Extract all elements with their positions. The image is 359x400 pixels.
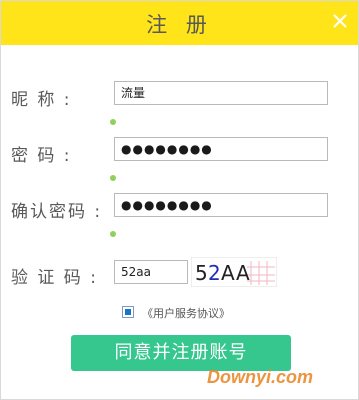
confirm-password-label: 确认密码 : <box>11 202 103 222</box>
captcha-image[interactable]: 5 2 A A <box>190 256 278 288</box>
nickname-label: 昵 称 : <box>11 90 72 110</box>
password-input[interactable]: ●●●●●●●● <box>114 137 328 161</box>
captcha-label: 验 证 码 : <box>11 268 98 288</box>
password-validation-dot <box>110 175 116 181</box>
agreement-link[interactable]: 《用户服务协议》 <box>142 305 230 321</box>
title-bar: 注 册 <box>1 1 358 45</box>
register-dialog: 注 册 昵 称 : 流量 密 码 : ●●●●●●●● 确认密码 : ●●●●●… <box>0 0 359 400</box>
watermark-text: Downyi.com <box>207 367 314 387</box>
confirm-password-input[interactable]: ●●●●●●●● <box>114 193 328 217</box>
confirm-validation-dot <box>110 231 116 237</box>
svg-text:A: A <box>221 261 235 285</box>
svg-text:A: A <box>236 261 250 285</box>
svg-text:5: 5 <box>195 261 208 285</box>
nickname-input[interactable]: 流量 <box>114 81 328 105</box>
close-icon[interactable] <box>330 11 350 31</box>
agreement-checkbox[interactable] <box>122 306 134 318</box>
svg-text:2: 2 <box>208 261 221 285</box>
dialog-title: 注 册 <box>146 13 213 37</box>
nickname-validation-dot <box>110 119 116 125</box>
captcha-input[interactable]: 52aa <box>114 260 188 284</box>
password-label: 密 码 : <box>11 146 72 166</box>
register-submit-button[interactable]: 同意并注册账号 <box>71 335 291 371</box>
